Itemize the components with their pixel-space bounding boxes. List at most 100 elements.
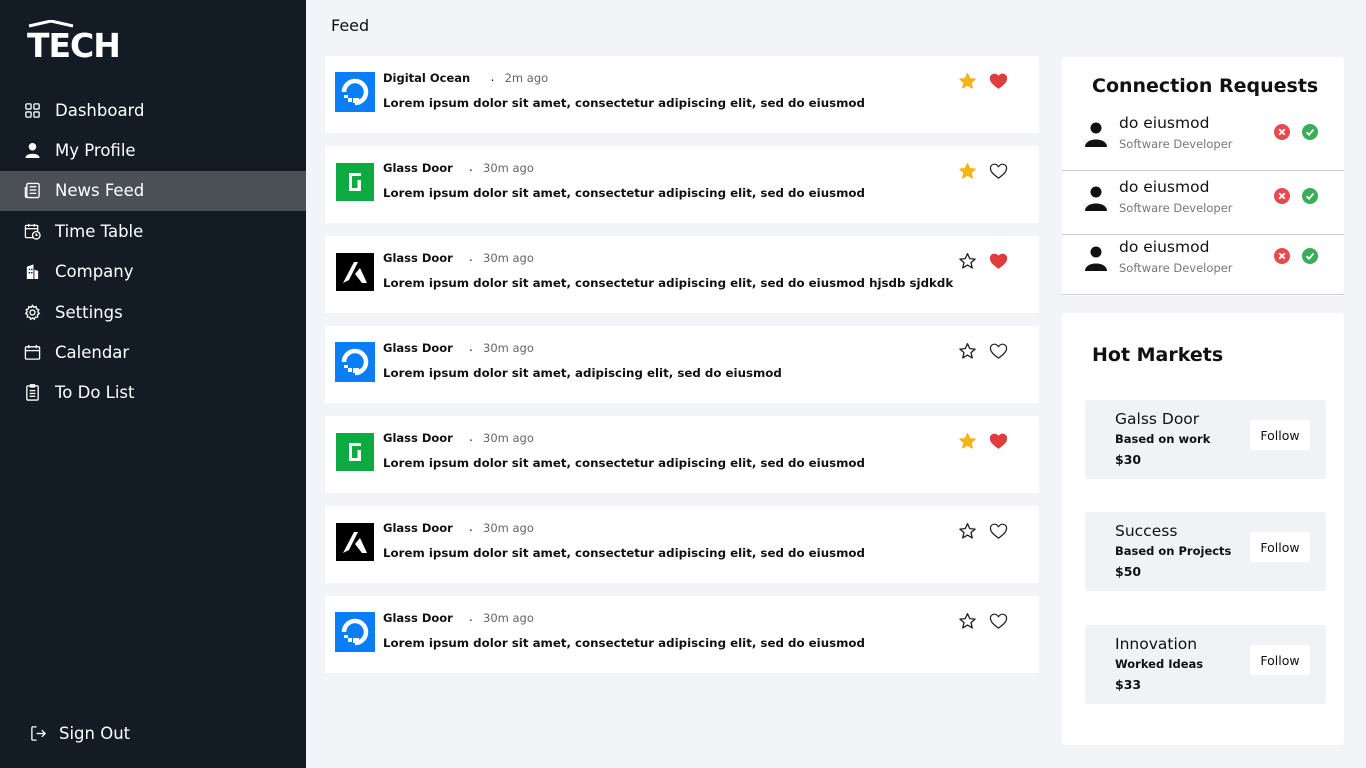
post-separator: . (469, 520, 473, 534)
star-icon[interactable] (957, 611, 977, 631)
close-icon (1278, 128, 1286, 136)
request-name[interactable]: do eiusmod (1119, 114, 1209, 132)
feed-post[interactable]: Glass Door. 30m ago Lorem ipsum dolor sit … (325, 146, 1039, 223)
close-icon (1278, 252, 1286, 260)
brand-logo-text: TECH (27, 26, 121, 65)
accept-request-button[interactable] (1302, 188, 1318, 204)
post-text: Lorem ipsum dolor sit amet, consectetur … (383, 546, 865, 560)
post-source[interactable]: Glass Door (383, 431, 453, 445)
reject-request-button[interactable] (1274, 124, 1290, 140)
sidebar-item-dashboard[interactable]: Dashboard (0, 90, 306, 130)
sidebar-item-label: My Profile (55, 141, 136, 161)
feed-post[interactable]: Glass Door. 30m ago Lorem ipsum dolor sit … (325, 596, 1039, 673)
heart-icon[interactable] (988, 521, 1008, 541)
follow-button[interactable]: Follow (1250, 532, 1310, 562)
checklist-icon (23, 384, 41, 402)
sidebar-item-to-do-list[interactable]: To Do List (0, 373, 306, 413)
follow-button[interactable]: Follow (1250, 420, 1310, 450)
post-actions (957, 611, 1008, 631)
k-logo (335, 252, 375, 292)
star-icon[interactable] (957, 431, 977, 451)
post-actions (957, 431, 1008, 451)
sidebar-item-calendar[interactable]: Calendar (0, 332, 306, 372)
accept-request-button[interactable] (1302, 248, 1318, 264)
post-text: Lorem ipsum dolor sit amet, consectetur … (383, 276, 954, 290)
post-time: 2m ago (504, 71, 549, 85)
request-name[interactable]: do eiusmod (1119, 238, 1209, 256)
page-title: Feed (331, 16, 370, 35)
heart-icon[interactable] (988, 161, 1008, 181)
glassdoor-logo (335, 432, 375, 472)
heart-icon[interactable] (988, 71, 1008, 91)
sidebar-item-time-table[interactable]: Time Table (0, 211, 306, 251)
reject-request-button[interactable] (1274, 188, 1290, 204)
post-source[interactable]: Glass Door (383, 161, 453, 175)
connection-request-row: do eiusmod Software Developer (1062, 171, 1344, 235)
star-icon[interactable] (957, 71, 977, 91)
star-icon[interactable] (957, 341, 977, 361)
sidebar-item-label: Calendar (55, 343, 130, 363)
post-time: 30m ago (483, 161, 534, 175)
digitalocean-logo (335, 342, 375, 382)
accept-request-button[interactable] (1302, 124, 1318, 140)
feed-post[interactable]: Glass Door. 30m ago Lorem ipsum dolor sit … (325, 416, 1039, 493)
post-source[interactable]: Glass Door (383, 611, 453, 625)
gear-icon (23, 303, 41, 321)
market-subtitle: Worked Ideas (1115, 657, 1204, 671)
connection-requests-title: Connection Requests (1092, 75, 1319, 97)
feed-post[interactable]: Glass Door. 30m ago Lorem ipsum dolor sit … (325, 506, 1039, 583)
heart-icon[interactable] (988, 431, 1008, 451)
post-time: 30m ago (483, 341, 534, 355)
avatar-icon (1085, 122, 1107, 147)
post-source[interactable]: Glass Door (383, 341, 453, 355)
sidebar-nav: Dashboard My Profile News Feed Time Tabl… (0, 90, 306, 413)
post-text: Lorem ipsum dolor sit amet, consectetur … (383, 96, 865, 110)
post-source[interactable]: Glass Door (383, 251, 453, 265)
sidebar-item-news-feed[interactable]: News Feed (0, 170, 306, 212)
market-price: $50 (1115, 564, 1142, 579)
sidebar: TECH Dashboard My Profile News Feed Time… (0, 0, 306, 768)
post-source[interactable]: Digital Ocean (383, 71, 470, 85)
request-name[interactable]: do eiusmod (1119, 178, 1209, 196)
market-name: Innovation (1115, 635, 1198, 653)
feed-post[interactable]: Digital Ocean. 2m ago Lorem ipsum dolor si… (325, 56, 1039, 133)
star-icon[interactable] (957, 521, 977, 541)
post-separator: . (490, 70, 495, 84)
dashboard-grid-icon (23, 101, 41, 119)
star-icon[interactable] (957, 161, 977, 181)
heart-icon[interactable] (988, 341, 1008, 361)
feed-post[interactable]: Glass Door. 30m ago Lorem ipsum dolor sit … (325, 326, 1039, 403)
market-name: Success (1115, 522, 1178, 540)
feed-post[interactable]: Glass Door. 30m ago Lorem ipsum dolor sit … (325, 236, 1039, 313)
sidebar-item-settings[interactable]: Settings (0, 292, 306, 332)
post-time: 30m ago (483, 611, 534, 625)
post-actions (957, 521, 1008, 541)
post-separator: . (469, 250, 473, 264)
glassdoor-logo (335, 162, 375, 202)
sidebar-item-my-profile[interactable]: My Profile (0, 130, 306, 170)
follow-button[interactable]: Follow (1250, 645, 1310, 675)
sidebar-item-company[interactable]: Company (0, 252, 306, 292)
reject-request-button[interactable] (1274, 248, 1290, 264)
brand-logo[interactable]: TECH (27, 20, 121, 66)
post-actions (957, 251, 1008, 271)
post-text: Lorem ipsum dolor sit amet, consectetur … (383, 186, 865, 200)
request-role: Software Developer (1119, 137, 1233, 151)
post-actions (957, 341, 1008, 361)
post-text: Lorem ipsum dolor sit amet, consectetur … (383, 636, 865, 650)
post-separator: . (469, 160, 473, 174)
post-text: Lorem ipsum dolor sit amet, consectetur … (383, 456, 865, 470)
market-item: Success Based on Projects $50 Follow (1085, 512, 1326, 591)
sidebar-item-label: Company (55, 262, 134, 282)
check-icon (1305, 128, 1315, 137)
hot-markets-title: Hot Markets (1092, 344, 1224, 366)
market-price: $33 (1115, 677, 1142, 692)
post-actions (957, 161, 1008, 181)
post-text: Lorem ipsum dolor sit amet, adipiscing e… (383, 366, 782, 380)
heart-icon[interactable] (988, 611, 1008, 631)
post-source[interactable]: Glass Door (383, 521, 453, 535)
sign-out-button[interactable]: Sign Out (29, 724, 130, 743)
hot-markets-card: Hot Markets Galss Door Based on work $30 Fo… (1062, 313, 1344, 745)
heart-icon[interactable] (988, 251, 1008, 271)
star-icon[interactable] (957, 251, 977, 271)
